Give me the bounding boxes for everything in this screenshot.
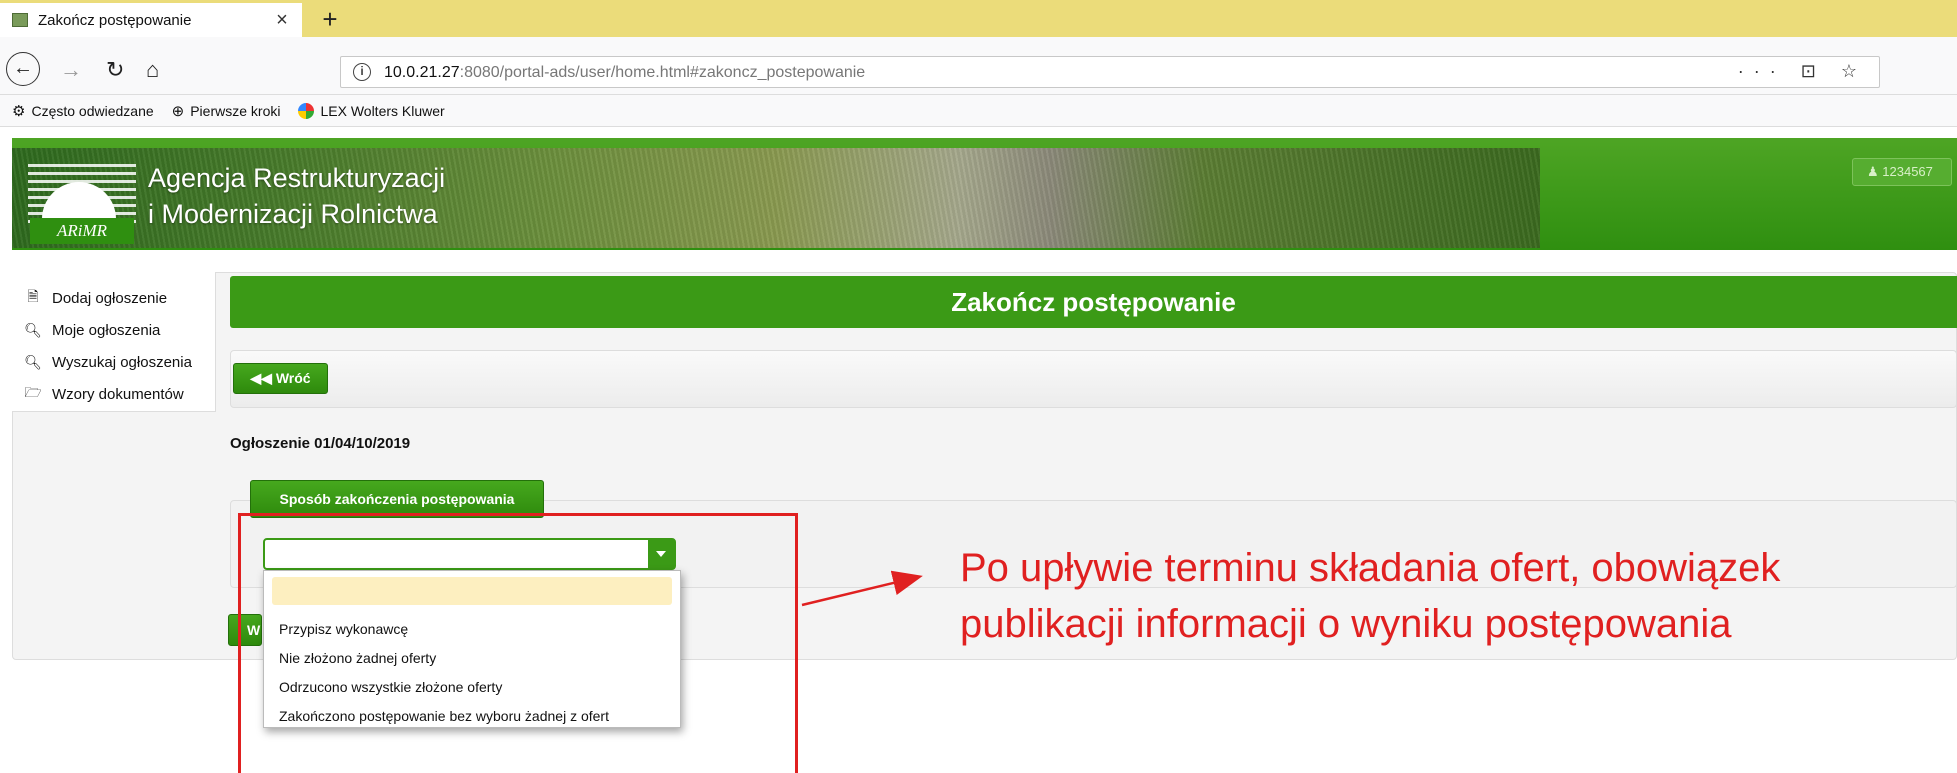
agency-line-2: i Modernizacji Rolnictwa bbox=[148, 199, 438, 229]
page-title: Zakończ postępowanie bbox=[230, 276, 1957, 328]
gear-icon: ⚙ bbox=[12, 102, 26, 120]
home-icon[interactable]: ⌂ bbox=[146, 57, 159, 83]
arimr-logo: ARiMR bbox=[28, 162, 136, 246]
url-path: :8080/portal-ads/user/home.html#zakoncz_… bbox=[459, 64, 866, 81]
sidebar-item-search[interactable]: 🔍︎ Wyszukaj ogłoszenia bbox=[12, 346, 215, 378]
annotation-callout: Po upływie terminu składania ofert, obow… bbox=[960, 540, 1950, 652]
lex-icon bbox=[298, 102, 315, 119]
url-host: 10.0.21.27 bbox=[384, 64, 460, 81]
toolbar bbox=[230, 350, 1957, 408]
back-button-label: Wróć bbox=[275, 370, 311, 386]
back-button[interactable]: ◀◀ Wróć bbox=[233, 363, 328, 394]
user-badge[interactable]: ♟ 1234567 bbox=[1852, 158, 1952, 186]
site-header: ARiMR Agencja Restrukturyzacji i Moderni… bbox=[12, 138, 1957, 250]
info-icon[interactable]: i bbox=[353, 63, 371, 81]
tab-bar: Zakończ postępowanie × + bbox=[0, 0, 1957, 37]
callout-line-1: Po upływie terminu składania ofert, obow… bbox=[960, 546, 1781, 590]
sidebar-item-label: Wyszukaj ogłoszenia bbox=[52, 353, 192, 371]
navigation-bar: ← → ↻ ⌂ i 10.0.21.27:8080/portal-ads/use… bbox=[0, 37, 1957, 95]
browser-tab[interactable]: Zakończ postępowanie × bbox=[0, 3, 302, 37]
search-icon: 🔍︎ bbox=[24, 353, 42, 370]
sidebar-item-add[interactable]: 🗎 Dodaj ogłoszenie bbox=[12, 282, 215, 314]
bookmark-item[interactable]: LEX Wolters Kluwer bbox=[298, 102, 445, 119]
highlight-box bbox=[238, 513, 798, 773]
bookmark-label: Często odwiedzane bbox=[31, 102, 154, 119]
annotation-arrow bbox=[801, 570, 923, 607]
bookmark-label: LEX Wolters Kluwer bbox=[320, 102, 445, 119]
agency-line-1: Agencja Restrukturyzacji bbox=[148, 163, 446, 193]
tab-title: Zakończ postępowanie bbox=[38, 11, 192, 29]
sidebar-item-label: Wzory dokumentów bbox=[52, 385, 184, 403]
sidebar: 🗎 Dodaj ogłoszenie 🔍︎ Moje ogłoszenia 🔍︎ Wy… bbox=[12, 272, 216, 412]
address-bar[interactable]: i 10.0.21.27:8080/portal-ads/user/home.h… bbox=[340, 56, 1880, 88]
url-text: 10.0.21.27:8080/portal-ads/user/home.htm… bbox=[384, 64, 865, 82]
sidebar-item-label: Moje ogłoszenia bbox=[52, 321, 161, 339]
new-tab-button[interactable]: + bbox=[315, 4, 345, 35]
sidebar-item-templates[interactable]: 🗁 Wzory dokumentów bbox=[12, 378, 215, 410]
bookmark-item[interactable]: ⚙ Często odwiedzane bbox=[12, 102, 154, 120]
rewind-icon: ◀◀ bbox=[250, 370, 272, 386]
tab-close-icon[interactable]: × bbox=[262, 9, 302, 32]
sidebar-item-label: Dodaj ogłoszenie bbox=[52, 289, 168, 307]
announcement-number: Ogłoszenie 01/04/10/2019 bbox=[230, 435, 411, 452]
document-icon: 🗎 bbox=[27, 288, 39, 304]
agency-name: Agencja Restrukturyzacji i Modernizacji … bbox=[148, 160, 445, 232]
callout-line-2: publikacji informacji o wyniku postępowa… bbox=[960, 602, 1732, 646]
bookmark-item[interactable]: ⊕ Pierwsze kroki bbox=[172, 102, 281, 120]
favicon-icon bbox=[12, 13, 28, 27]
search-icon: 🔍︎ bbox=[24, 321, 42, 338]
back-arrow-icon[interactable]: ← bbox=[6, 52, 40, 86]
bookmarks-bar: ⚙ Często odwiedzane ⊕ Pierwsze kroki LEX W… bbox=[0, 95, 1957, 127]
forward-arrow-icon[interactable]: → bbox=[60, 57, 82, 83]
bookmark-label: Pierwsze kroki bbox=[190, 102, 281, 119]
page-actions-icon[interactable]: ··· ⊡ ☆ bbox=[1738, 61, 1867, 82]
folder-icon: 🗁 bbox=[24, 384, 42, 400]
globe-icon: ⊕ bbox=[171, 102, 185, 120]
reload-icon[interactable]: ↻ bbox=[106, 57, 124, 83]
logo-abbr: ARiMR bbox=[30, 218, 134, 244]
user-id: 1234567 bbox=[1882, 164, 1933, 179]
sidebar-item-my[interactable]: 🔍︎ Moje ogłoszenia bbox=[12, 314, 215, 346]
